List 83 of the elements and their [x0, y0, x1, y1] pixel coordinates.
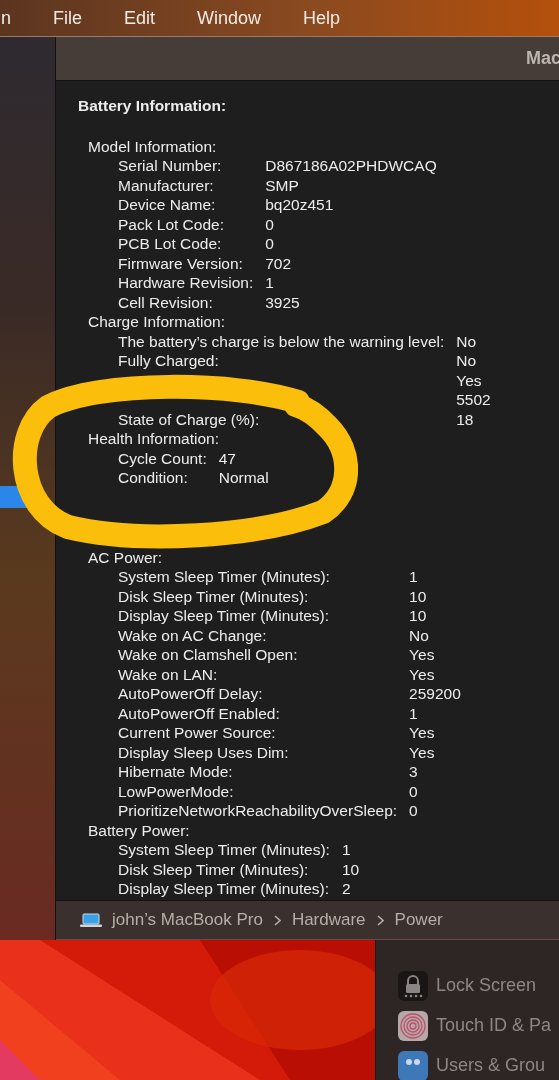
- property-value: 5502: [456, 390, 491, 410]
- property-value: 1: [341, 840, 352, 860]
- property-label: Wake on AC Change:: [118, 625, 268, 645]
- menu-item[interactable]: Help: [303, 7, 341, 29]
- group-heading: Health Information:: [88, 429, 220, 449]
- group-heading: Battery Power:: [88, 820, 191, 840]
- chevron-icon: [273, 914, 281, 926]
- property-value: 1: [265, 273, 275, 293]
- property-label: System Sleep Timer (Minutes):: [118, 840, 330, 860]
- breadcrumb-item[interactable]: john’s MacBook Pro: [112, 910, 263, 930]
- property-value: 47: [218, 448, 237, 468]
- property-label: Manufacturer:: [118, 175, 215, 195]
- property-value: No: [456, 331, 478, 351]
- property-value: Yes: [409, 645, 436, 665]
- property-value: bq20z451: [265, 195, 335, 215]
- property-value: 0: [265, 234, 275, 254]
- settings-item[interactable]: Users & Grou: [398, 1050, 559, 1080]
- menu-item[interactable]: n: [1, 7, 11, 29]
- property-value: 1: [409, 703, 419, 723]
- menu-item[interactable]: Edit: [124, 7, 156, 29]
- property-label: PrioritizeNetworkReachabilityOverSleep:: [118, 801, 398, 821]
- property-value: 10: [341, 859, 360, 879]
- property-value: D867186A02PHDWCAQ: [265, 156, 437, 176]
- property-label: AutoPowerOff Enabled:: [118, 703, 281, 723]
- property-value: Yes: [456, 370, 483, 390]
- property-label: PCB Lot Code:: [118, 234, 223, 254]
- settings-item[interactable]: Lock Screen: [398, 970, 559, 1001]
- group-heading: Model Information:: [88, 136, 218, 156]
- property-label: Display Sleep Timer (Minutes):: [118, 879, 330, 899]
- property-value: 3: [409, 762, 419, 782]
- property-label: AutoPowerOff Delay:: [118, 684, 264, 704]
- property-label: Serial Number:: [118, 156, 223, 176]
- property-label: Wake on Clamshell Open:: [118, 645, 299, 665]
- breadcrumb-item[interactable]: Power: [394, 910, 443, 930]
- property-label: Cell Revision:: [118, 292, 214, 312]
- property-label: Fully Charged:: [118, 351, 220, 371]
- property-value: 702: [265, 253, 293, 273]
- property-label: Firmware Version:: [118, 253, 244, 273]
- property-label: Pack Lot Code:: [118, 214, 225, 234]
- property-label: The battery’s charge is below the warning level:: [118, 331, 445, 351]
- property-label: Wake on LAN:: [118, 664, 219, 684]
- property-value: 2: [341, 879, 352, 899]
- lock-icon: [398, 970, 428, 1001]
- property-label: Disk Sleep Timer (Minutes):: [118, 586, 310, 606]
- property-value: 1: [409, 567, 419, 587]
- property-label: State of Charge (%):: [118, 409, 261, 429]
- group-heading: Charge Information:: [88, 312, 226, 332]
- property-label: Device Name:: [118, 195, 217, 215]
- property-value: 10: [409, 606, 428, 626]
- breadcrumb-item[interactable]: Hardware: [291, 910, 366, 930]
- property-label: Disk Sleep Timer (Minutes):: [118, 859, 310, 879]
- property-value: 0: [409, 781, 419, 801]
- settings-item[interactable]: Touch ID & Pa: [398, 1010, 559, 1041]
- property-label: Cycle Count:: [118, 448, 207, 468]
- property-label: Hardware Revision:: [118, 273, 254, 293]
- property-label: System Sleep Timer (Minutes):: [118, 567, 331, 587]
- property-value: 3925: [265, 292, 301, 312]
- property-value: Normal: [218, 468, 269, 488]
- property-value: No: [409, 625, 430, 645]
- property-value: No: [456, 351, 478, 371]
- property-value: Yes: [409, 664, 436, 684]
- property-label: Display Sleep Uses Dim:: [118, 742, 290, 762]
- users-icon: [398, 1050, 428, 1080]
- fingerprint-icon: [398, 1010, 428, 1041]
- property-value: Yes: [409, 742, 436, 762]
- group-heading: AC Power:: [88, 547, 164, 567]
- property-label: Hibernate Mode:: [118, 762, 234, 782]
- menu-item[interactable]: File: [53, 7, 83, 29]
- property-label: Display Sleep Timer (Minutes):: [118, 606, 331, 626]
- property-label: Condition:: [118, 468, 189, 488]
- property-value: 10: [409, 586, 428, 606]
- laptop-icon: [80, 912, 102, 928]
- property-value: Yes: [409, 723, 436, 743]
- section-title: Battery Information:: [78, 96, 228, 116]
- property-value: 259200: [409, 684, 461, 704]
- property-value: 0: [265, 214, 275, 234]
- menu-item[interactable]: Window: [197, 7, 262, 29]
- property-value: 0: [409, 801, 419, 821]
- chevron-icon: [376, 914, 384, 926]
- property-value: 18: [456, 409, 475, 429]
- property-label: Current Power Source:: [118, 723, 277, 743]
- property-value: SMP: [265, 175, 300, 195]
- property-label: LowPowerMode:: [118, 781, 235, 801]
